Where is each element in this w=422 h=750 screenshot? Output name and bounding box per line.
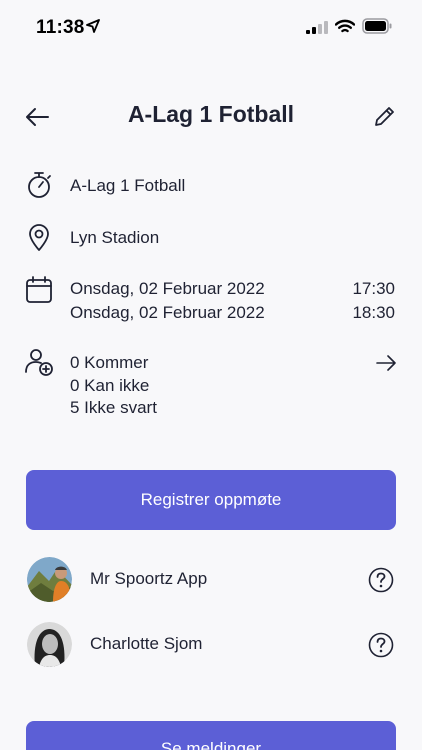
stopwatch-icon [28,172,51,198]
attendee-name: Mr Spoortz App [90,569,208,588]
status-time: 11:38 [36,17,85,38]
map-pin-icon [29,224,49,251]
location-arrow-icon [86,19,100,33]
register-attendance-button[interactable]: Registrer oppmøte [26,470,396,530]
see-messages-button[interactable]: Se meldinger [26,721,396,750]
cellular-signal-icon [306,21,328,34]
start-date: Onsdag, 02 Februar 2022 [70,279,265,298]
add-user-icon [25,349,53,376]
arrow-right-icon[interactable] [374,351,398,375]
see-messages-label: Se meldinger [160,739,262,750]
battery-icon [362,18,392,34]
header: A-Lag 1 Fotball [0,96,422,136]
attendee-name: Charlotte Sjom [90,634,203,653]
cannot-count: 0 Kan ikke [70,376,150,395]
event-name: A-Lag 1 Fotball [70,176,186,195]
coming-count: 0 Kommer [70,353,149,372]
no-answer-count: 5 Ikke svart [70,398,157,417]
end-date: Onsdag, 02 Februar 2022 [70,303,265,322]
attendee-row[interactable]: Mr Spoortz App [0,557,422,605]
calendar-icon [26,276,52,303]
start-time: 17:30 [352,279,395,298]
datetime-row: Onsdag, 02 Februar 2022 Onsdag, 02 Febru… [0,275,422,325]
avatar [27,622,72,667]
wifi-icon [335,19,355,33]
end-time: 18:30 [352,303,395,322]
attendance-summary-row[interactable]: 0 Kommer 0 Kan ikke 5 Ikke svart [0,347,422,419]
pencil-icon[interactable] [372,103,398,129]
question-mark-icon[interactable] [368,632,394,658]
avatar [27,557,72,602]
status-bar: 11:38 [0,0,422,52]
attendee-row[interactable]: Charlotte Sjom [0,622,422,670]
event-name-row: A-Lag 1 Fotball [0,170,422,202]
page-title: A-Lag 1 Fotball [127,101,295,127]
question-mark-icon[interactable] [368,567,394,593]
location-row: Lyn Stadion [0,222,422,254]
event-location: Lyn Stadion [70,228,160,247]
